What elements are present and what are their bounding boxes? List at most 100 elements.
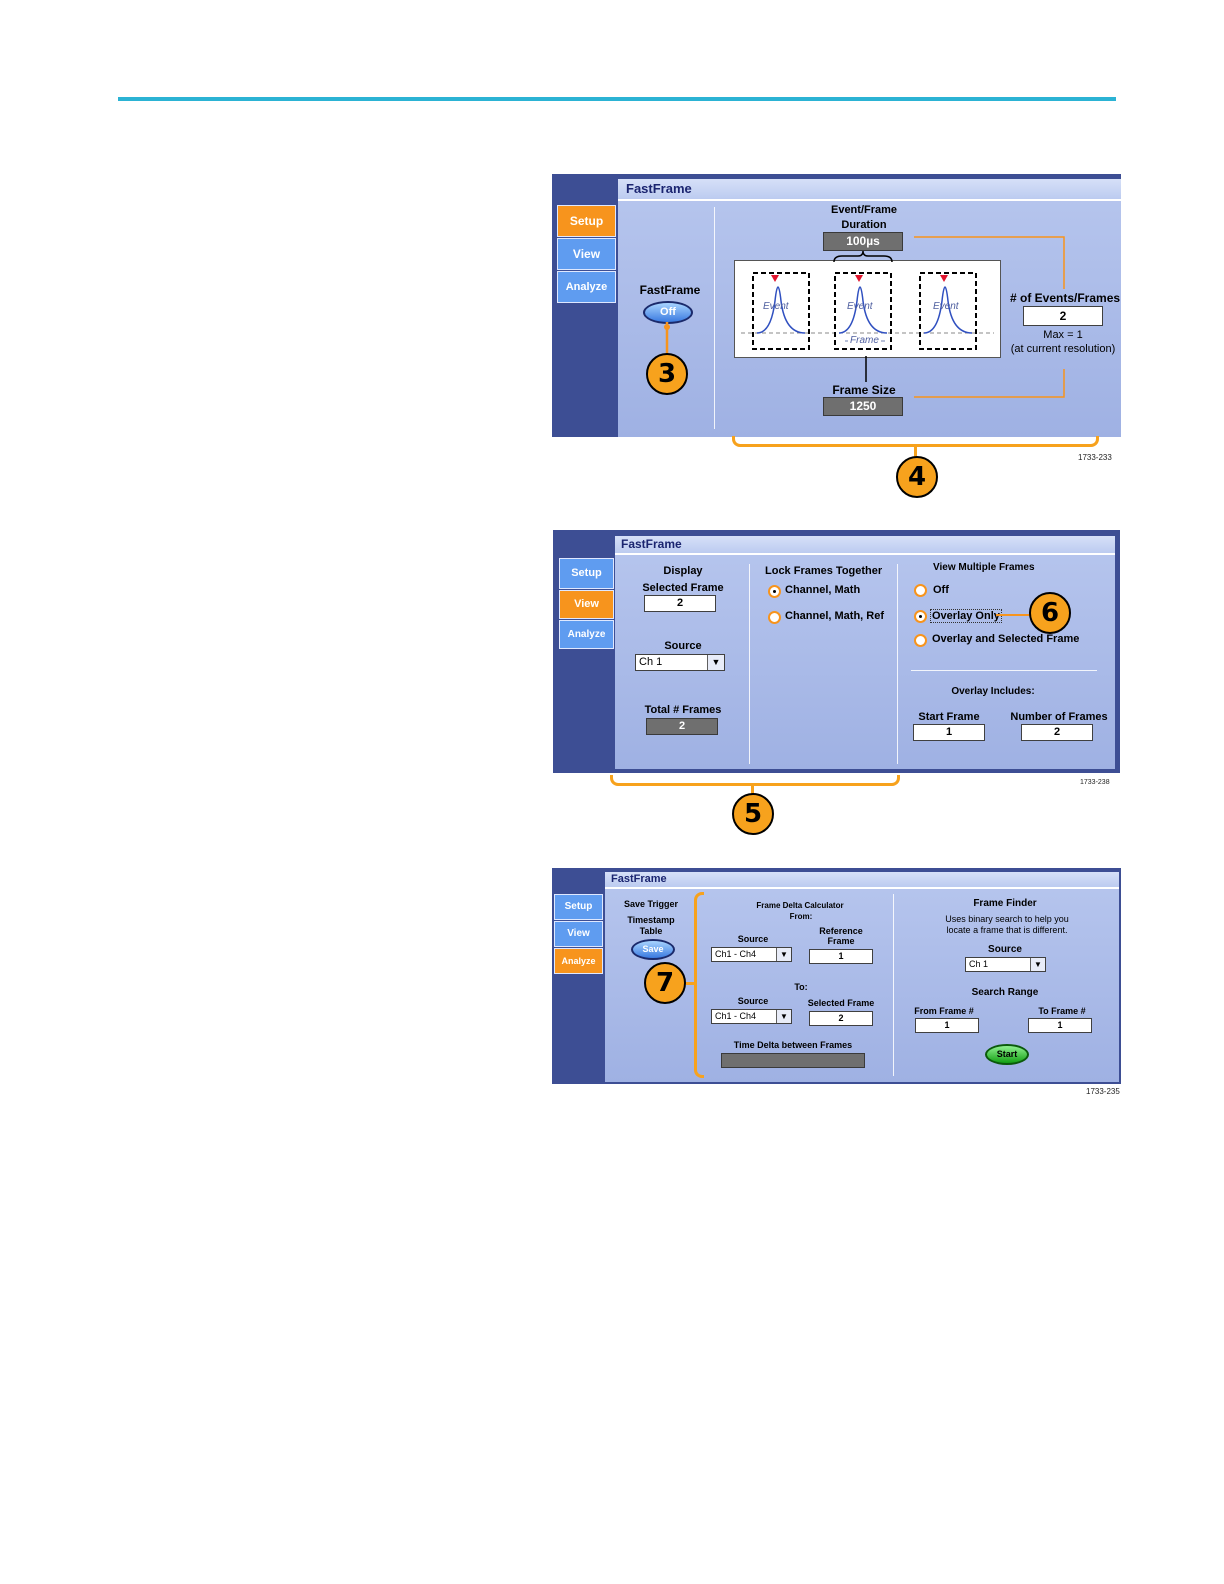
- source-select[interactable]: Ch 1 ▼: [635, 654, 725, 671]
- vertical-divider-1: [749, 564, 750, 764]
- tab-setup[interactable]: Setup: [559, 558, 614, 589]
- figure-id-1: 1733-233: [1078, 453, 1112, 462]
- multiple-overlay-selected-label: Overlay and Selected Frame: [932, 633, 1080, 645]
- source-select-value: Ch 1: [639, 656, 663, 668]
- horizontal-divider: [911, 670, 1097, 671]
- duration-value[interactable]: 100µs: [823, 232, 903, 251]
- number-frames-input[interactable]: 2: [1021, 724, 1093, 741]
- finder-source-select[interactable]: Ch 1 ▼: [965, 957, 1046, 972]
- figure-id-3: 1733-235: [1086, 1087, 1120, 1096]
- frame-label: Frame: [848, 335, 881, 346]
- from-frame-label: From Frame #: [914, 1006, 974, 1016]
- lock-frames-label: Lock Frames Together: [765, 565, 883, 577]
- resolution-note: (at current resolution): [1010, 343, 1116, 355]
- number-frames-label: Number of Frames: [1010, 711, 1108, 723]
- multiple-off-radio[interactable]: [914, 584, 927, 597]
- bracket-5: [610, 775, 900, 786]
- display-label: Display: [663, 565, 703, 577]
- fastframe-analyze-panel: Setup View Analyze FastFrame Save Trigge…: [552, 868, 1121, 1084]
- selected-frame-label: Selected Frame: [807, 998, 875, 1008]
- chevron-down-icon[interactable]: ▼: [1030, 958, 1045, 971]
- callout-6: 6: [1029, 592, 1071, 634]
- vertical-divider-2: [897, 564, 898, 764]
- chevron-down-icon[interactable]: ▼: [707, 655, 724, 670]
- source-to-select[interactable]: Ch1 - Ch4 ▼: [711, 1009, 792, 1024]
- save-button[interactable]: Save: [631, 939, 675, 960]
- callout-4: 4: [896, 456, 938, 498]
- callout-3: 3: [646, 353, 688, 395]
- chevron-down-icon[interactable]: ▼: [776, 948, 791, 961]
- callout-5: 5: [732, 793, 774, 835]
- multiple-overlay-radio[interactable]: [914, 610, 927, 623]
- multiple-overlay-selected-radio[interactable]: [914, 634, 927, 647]
- event-label-1: Event: [763, 301, 789, 312]
- total-frames-label: Total # Frames: [644, 704, 722, 716]
- fastframe-label: FastFrame: [639, 283, 701, 297]
- tab-setup[interactable]: Setup: [554, 894, 603, 920]
- view-multiple-label: View Multiple Frames: [933, 562, 1035, 573]
- source-from-label: Source: [737, 934, 769, 944]
- lock-channel-math-ref-radio[interactable]: [768, 611, 781, 624]
- fastframe-setup-panel: Setup View Analyze FastFrame FastFrame O…: [552, 174, 1121, 437]
- start-frame-label: Start Frame: [918, 711, 980, 723]
- bracket-7: [694, 892, 704, 1078]
- time-delta-value: [721, 1053, 865, 1068]
- lock-channel-math-radio[interactable]: [768, 585, 781, 598]
- fastframe-view-panel: Setup View Analyze FastFrame Display Sel…: [553, 530, 1120, 773]
- lock-channel-math-ref-label: Channel, Math, Ref: [785, 610, 885, 622]
- fastframe-toggle-button[interactable]: Off: [643, 301, 693, 324]
- start-button[interactable]: Start: [985, 1044, 1029, 1065]
- view-content: FastFrame Display Selected Frame 2 Sourc…: [615, 536, 1115, 769]
- figure-id-2: 1733-238: [1080, 779, 1110, 786]
- tab-analyze[interactable]: Analyze: [559, 620, 614, 649]
- vertical-divider: [714, 207, 715, 429]
- finder-desc-2: locate a frame that is different.: [946, 925, 1068, 935]
- tab-setup[interactable]: Setup: [557, 205, 616, 237]
- tab-view[interactable]: View: [559, 590, 614, 619]
- source-to-label: Source: [737, 996, 769, 1006]
- from-frame-input[interactable]: 1: [915, 1018, 979, 1033]
- page-title: FastFrame: [605, 872, 1119, 889]
- time-delta-label: Time Delta between Frames: [733, 1040, 853, 1050]
- start-frame-input[interactable]: 1: [913, 724, 985, 741]
- frame-size-label: Frame Size: [832, 383, 896, 397]
- duration-label: Event/Frame: [830, 204, 898, 216]
- events-frames-label: # of Events/Frames: [1010, 291, 1121, 305]
- source-from-value: Ch1 - Ch4: [715, 949, 757, 959]
- ref-frame-label-2: Frame: [827, 936, 855, 946]
- tab-analyze[interactable]: Analyze: [554, 948, 603, 974]
- to-frame-label: To Frame #: [1038, 1006, 1086, 1016]
- multiple-off-label: Off: [933, 584, 949, 596]
- events-frames-input[interactable]: 2: [1023, 306, 1103, 326]
- tab-analyze[interactable]: Analyze: [557, 271, 616, 303]
- callout-6-leader: [996, 614, 1030, 616]
- bracket-7-stem: [686, 982, 696, 985]
- tab-view[interactable]: View: [554, 921, 603, 947]
- ref-frame-input[interactable]: 1: [809, 949, 873, 964]
- source-to-value: Ch1 - Ch4: [715, 1011, 757, 1021]
- frame-size-connector: [865, 356, 867, 382]
- search-range-label: Search Range: [971, 987, 1039, 998]
- frame-delta-calc-label: Frame Delta Calculator: [756, 901, 844, 910]
- save-trigger-label-2: Timestamp: [627, 915, 675, 925]
- event-label-2: Event: [847, 301, 873, 312]
- finder-source-value: Ch 1: [969, 959, 989, 969]
- selected-frame-input[interactable]: 2: [644, 595, 716, 612]
- tab-view[interactable]: View: [557, 238, 616, 270]
- frame-size-value[interactable]: 1250: [823, 397, 903, 416]
- multiple-overlay-label: Overlay Only: [930, 609, 1002, 623]
- to-frame-input[interactable]: 1: [1028, 1018, 1092, 1033]
- total-frames-value: 2: [646, 718, 718, 735]
- save-trigger-label-3: Table: [639, 926, 663, 936]
- chevron-down-icon[interactable]: ▼: [776, 1010, 791, 1023]
- duration-brace: [833, 250, 893, 263]
- save-trigger-label: Save Trigger: [623, 899, 679, 909]
- max-note: Max = 1: [1043, 329, 1083, 341]
- callout-7: 7: [644, 962, 686, 1004]
- from-label: From:: [789, 912, 813, 921]
- source-from-select[interactable]: Ch1 - Ch4 ▼: [711, 947, 792, 962]
- ref-frame-label: Reference: [819, 926, 863, 936]
- selected-frame-input[interactable]: 2: [809, 1011, 873, 1026]
- header-rule: [118, 97, 1116, 101]
- duration-label-2: Duration: [841, 219, 887, 231]
